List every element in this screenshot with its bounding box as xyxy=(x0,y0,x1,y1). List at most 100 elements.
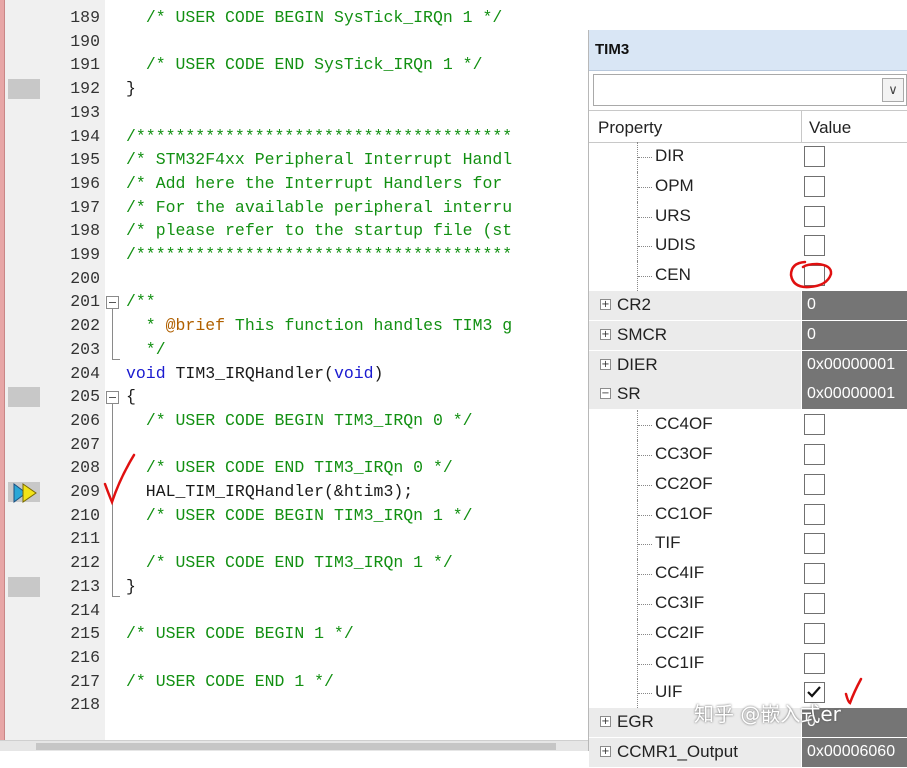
dropdown-chevron-icon[interactable]: ∨ xyxy=(882,78,904,102)
code-line[interactable]: /* Add here the Interrupt Handlers for xyxy=(126,172,512,196)
expand-plus-icon[interactable]: + xyxy=(600,328,611,340)
collapse-minus-icon[interactable]: − xyxy=(600,388,611,400)
line-number: 197 xyxy=(70,197,100,217)
property-row-udis[interactable]: UDIS xyxy=(589,231,907,262)
property-row-cc3if[interactable]: CC3IF xyxy=(589,589,907,619)
checkbox-icon[interactable] xyxy=(804,563,825,585)
code-line[interactable]: } xyxy=(126,575,136,599)
checkbox-icon[interactable] xyxy=(804,444,825,465)
property-row-dir[interactable]: DIR xyxy=(589,142,907,172)
register-value[interactable]: 0x00000001 xyxy=(802,350,907,380)
bit-field-name: URS xyxy=(655,205,691,225)
checkbox-icon[interactable] xyxy=(804,652,825,674)
fold-minus-icon[interactable] xyxy=(106,391,119,405)
tree-line xyxy=(638,514,652,517)
property-row-cc1if[interactable]: CC1IF xyxy=(589,648,907,679)
code-line[interactable]: void TIM3_IRQHandler(void) xyxy=(126,362,383,386)
breakpoint-marker[interactable] xyxy=(8,576,40,597)
bit-field-name: CC1IF xyxy=(655,652,705,672)
code-line[interactable]: /* USER CODE BEGIN TIM3_IRQn 0 */ xyxy=(126,409,473,433)
property-row-opm[interactable]: OPM xyxy=(589,171,907,202)
column-header-value[interactable]: Value xyxy=(809,118,851,138)
expand-plus-icon[interactable]: + xyxy=(600,746,611,757)
register-name: EGR xyxy=(617,712,654,732)
line-number: 212 xyxy=(70,553,100,573)
line-number: 202 xyxy=(70,316,100,336)
code-line[interactable]: /* USER CODE BEGIN 1 */ xyxy=(126,622,354,646)
property-row-cc4if[interactable]: CC4IF xyxy=(589,559,907,590)
line-number: 217 xyxy=(70,671,100,691)
property-row-urs[interactable]: URS xyxy=(589,201,907,232)
code-line[interactable]: /* USER CODE BEGIN TIM3_IRQn 1 */ xyxy=(126,504,473,528)
checkbox-icon[interactable] xyxy=(804,503,825,525)
fold-minus-icon[interactable] xyxy=(106,296,119,310)
property-row-cc3of[interactable]: CC3OF xyxy=(589,440,907,470)
register-value[interactable]: 0 xyxy=(802,320,907,350)
fold-end xyxy=(112,358,120,360)
code-line[interactable]: { xyxy=(126,385,136,409)
register-value-text: 0 xyxy=(807,296,816,313)
checkbox-icon[interactable] xyxy=(804,175,825,197)
checkbox-icon[interactable] xyxy=(804,205,825,227)
code-line[interactable]: /* USER CODE BEGIN SysTick_IRQn 1 */ xyxy=(126,6,502,30)
code-line[interactable]: HAL_TIM_IRQHandler(&htim3); xyxy=(126,480,413,504)
checkbox-icon[interactable] xyxy=(804,622,825,644)
line-number: 190 xyxy=(70,31,100,51)
code-line[interactable]: /* USER CODE END 1 */ xyxy=(126,670,334,694)
code-line[interactable]: /************************************** xyxy=(126,125,512,149)
checkbox-icon[interactable] xyxy=(804,533,825,555)
code-line[interactable]: */ xyxy=(126,338,166,362)
code-line[interactable]: /************************************** xyxy=(126,243,512,267)
code-line[interactable]: * @brief This function handles TIM3 g xyxy=(126,314,512,338)
code-line[interactable]: /* For the available peripheral interru xyxy=(126,196,512,220)
tree-line xyxy=(638,455,652,457)
register-value[interactable]: 0x00006060 xyxy=(802,738,907,767)
code-line[interactable]: /* please refer to the startup file (st xyxy=(126,219,512,243)
code-line[interactable]: /* USER CODE END SysTick_IRQn 1 */ xyxy=(126,53,483,77)
breakpoint-marker[interactable] xyxy=(8,387,40,408)
property-row-cc1of[interactable]: CC1OF xyxy=(589,499,907,530)
bit-field-name: CEN xyxy=(655,265,691,285)
register-value[interactable]: 0 xyxy=(802,291,907,320)
property-row-cr2[interactable]: + CR2 0 xyxy=(589,291,907,321)
code-line[interactable]: } xyxy=(126,77,136,101)
checkbox-icon[interactable] xyxy=(804,593,825,614)
column-divider[interactable] xyxy=(801,111,802,142)
code-line[interactable]: /* STM32F4xx Peripheral Interrupt Handl xyxy=(126,148,512,172)
property-row-cen[interactable]: CEN xyxy=(589,261,907,292)
tree-line xyxy=(638,544,652,546)
register-value[interactable]: 0x00000001 xyxy=(802,380,907,410)
expand-plus-icon[interactable]: + xyxy=(600,299,611,310)
bit-field-name: CC4IF xyxy=(655,563,705,583)
checkbox-icon[interactable] xyxy=(804,235,825,257)
code-line[interactable]: /** xyxy=(126,290,156,314)
property-row-dier[interactable]: + DIER 0x00000001 xyxy=(589,350,907,381)
property-row-tif[interactable]: TIF xyxy=(589,529,907,560)
line-number: 205 xyxy=(70,387,100,407)
peripheral-select[interactable]: ∨ xyxy=(593,74,907,106)
property-row-sr[interactable]: − SR 0x00000001 xyxy=(589,380,907,410)
horizontal-scrollbar[interactable] xyxy=(0,740,588,751)
expand-plus-icon[interactable]: + xyxy=(600,716,611,728)
expand-plus-icon[interactable]: + xyxy=(600,358,611,370)
breakpoint-marker[interactable] xyxy=(8,79,40,100)
property-row-smcr[interactable]: + SMCR 0 xyxy=(589,320,907,351)
register-value-text: 0x00000001 xyxy=(807,385,896,403)
tree-line xyxy=(638,276,652,278)
checkbox-icon[interactable] xyxy=(804,473,825,495)
property-row-cc4of[interactable]: CC4OF xyxy=(589,410,907,441)
column-header-property[interactable]: Property xyxy=(598,118,662,138)
tree-line xyxy=(638,663,652,666)
code-editor[interactable]: 189 /* USER CODE BEGIN SysTick_IRQn 1 */… xyxy=(0,0,588,751)
scrollbar-thumb[interactable] xyxy=(36,743,556,750)
property-row-ccmr1_output[interactable]: + CCMR1_Output 0x00006060 xyxy=(589,738,907,768)
property-row-cc2if[interactable]: CC2IF xyxy=(589,618,907,649)
property-row-cc2of[interactable]: CC2OF xyxy=(589,469,907,500)
code-line[interactable]: /* USER CODE END TIM3_IRQn 1 */ xyxy=(126,551,453,575)
checkbox-icon[interactable] xyxy=(804,146,825,167)
tree-line xyxy=(638,574,652,576)
tree-line xyxy=(638,693,652,695)
code-line[interactable]: /* USER CODE END TIM3_IRQn 0 */ xyxy=(126,456,453,480)
register-name: DIER xyxy=(617,354,658,374)
checkbox-icon[interactable] xyxy=(804,414,825,436)
